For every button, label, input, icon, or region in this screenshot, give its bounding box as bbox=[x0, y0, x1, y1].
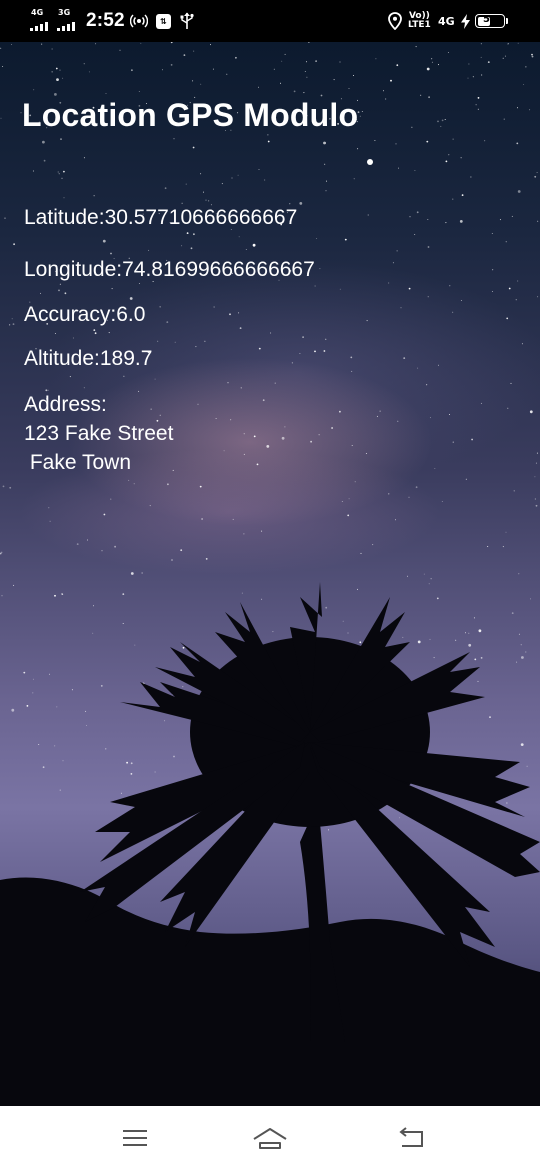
address-label: Address: bbox=[24, 393, 107, 416]
data-saver-icon: ⇅ bbox=[156, 13, 171, 29]
network-type-label: 4G bbox=[438, 14, 455, 28]
bolt-icon bbox=[461, 0, 470, 42]
page-title: Location GPS Modulo bbox=[22, 97, 359, 133]
palm-tree-silhouette bbox=[0, 582, 540, 1106]
longitude-text: Longitude:74.81699666666667 bbox=[24, 258, 315, 281]
address-block: Address: 123 Fake Street Fake Town bbox=[24, 390, 173, 477]
menu-button[interactable] bbox=[110, 1118, 160, 1158]
back-button[interactable] bbox=[387, 1118, 437, 1158]
sim1-network-label: 4G bbox=[31, 8, 44, 17]
menu-icon bbox=[123, 1130, 147, 1146]
latitude-text: Latitude:30.57710666666667 bbox=[24, 206, 298, 229]
phone-screen: 4G 3G 2:52 ⇅ Vo)) LTE1 4G 54 Location GP… bbox=[0, 0, 540, 1170]
night-sky-background bbox=[0, 42, 540, 1106]
battery-level-label: 54 bbox=[483, 14, 497, 25]
sim2-signal-icon: 3G bbox=[57, 0, 81, 42]
back-icon bbox=[399, 1127, 423, 1147]
volte-bottom-label: LTE1 bbox=[408, 20, 431, 30]
usb-icon bbox=[180, 0, 194, 42]
status-time: 2:52 bbox=[86, 10, 125, 31]
status-bar: 4G 3G 2:52 ⇅ Vo)) LTE1 4G 54 bbox=[0, 0, 540, 42]
volte-icon: Vo)) LTE1 bbox=[408, 12, 431, 30]
sim2-network-label: 3G bbox=[58, 8, 71, 17]
hotspot-icon bbox=[130, 0, 148, 42]
address-line-1: 123 Fake Street bbox=[24, 422, 174, 445]
location-icon bbox=[388, 0, 402, 42]
sim1-signal-icon: 4G bbox=[30, 0, 54, 42]
address-line-2: Fake Town bbox=[24, 451, 131, 474]
altitude-text: Altitude:189.7 bbox=[24, 347, 153, 370]
battery-icon: 54 bbox=[475, 0, 508, 42]
home-button[interactable] bbox=[245, 1118, 295, 1158]
accuracy-text: Accuracy:6.0 bbox=[24, 303, 146, 326]
navigation-bar bbox=[0, 1106, 540, 1170]
home-icon bbox=[253, 1128, 287, 1149]
